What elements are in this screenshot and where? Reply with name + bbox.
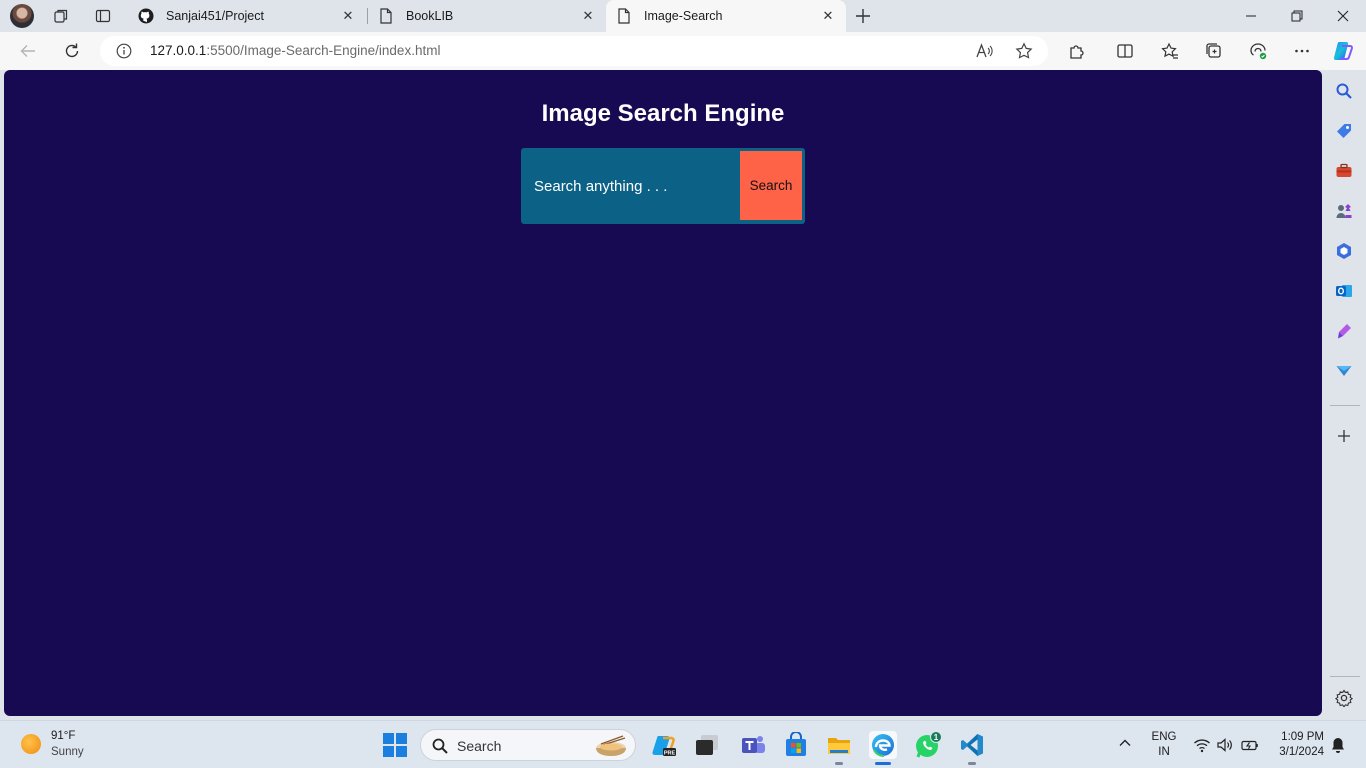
workspaces-icon[interactable]	[51, 6, 71, 26]
vscode-app-icon[interactable]	[958, 731, 986, 759]
games-icon[interactable]	[1334, 201, 1354, 221]
running-indicator	[835, 762, 843, 765]
sidebar-search-icon[interactable]	[1334, 81, 1354, 101]
address-bar[interactable]: 127.0.0.1:5500/Image-Search-Engine/index…	[100, 36, 1048, 66]
microsoft-365-icon[interactable]	[1334, 241, 1354, 261]
svg-text:PRE: PRE	[664, 750, 676, 756]
clock-time: 1:09 PM	[1281, 731, 1324, 743]
sun-icon[interactable]	[21, 734, 41, 754]
tab-title: BookLIB	[406, 9, 454, 23]
url-text[interactable]: 127.0.0.1:5500/Image-Search-Engine/index…	[150, 43, 440, 58]
extensions-icon[interactable]	[1063, 37, 1091, 65]
weather-condition[interactable]: Sunny	[51, 746, 84, 758]
language-code: ENG	[1151, 731, 1177, 743]
show-hidden-icons-chevron-icon[interactable]	[1117, 735, 1133, 751]
close-window-icon[interactable]	[1320, 0, 1366, 32]
region-code: IN	[1158, 746, 1170, 758]
volume-icon[interactable]	[1216, 736, 1234, 754]
battery-icon[interactable]	[1241, 736, 1259, 754]
clock-date: 3/1/2024	[1279, 746, 1324, 758]
tab-strip: Sanjai451/Project ✕ BookLIB ✕ Image-Sear…	[0, 0, 1366, 32]
running-indicator	[968, 762, 976, 765]
tools-briefcase-icon[interactable]	[1334, 161, 1354, 181]
page-title: Image Search Engine	[541, 100, 785, 127]
teams-app-icon[interactable]	[739, 731, 767, 759]
url-host: 127.0.0.1	[150, 43, 207, 58]
page-icon	[378, 8, 394, 24]
restore-icon[interactable]	[1274, 0, 1320, 32]
github-icon	[138, 8, 154, 24]
windows-start-icon[interactable]	[383, 733, 407, 757]
designer-icon[interactable]	[1334, 321, 1354, 341]
search-icon	[431, 737, 449, 755]
tab-booklib[interactable]: BookLIB ✕	[368, 0, 606, 32]
microsoft-store-app-icon[interactable]	[782, 731, 810, 759]
add-sidebar-app-icon[interactable]	[1334, 426, 1354, 446]
search-input[interactable]	[521, 148, 740, 224]
file-explorer-app-icon[interactable]	[825, 731, 853, 759]
more-options-icon[interactable]	[1288, 37, 1316, 65]
tab-actions-icon[interactable]	[93, 6, 113, 26]
active-indicator	[875, 762, 891, 765]
drop-send-icon[interactable]	[1334, 361, 1354, 381]
wifi-icon[interactable]	[1193, 736, 1211, 754]
collections-icon[interactable]	[1200, 37, 1228, 65]
profile-avatar[interactable]	[10, 4, 34, 28]
close-tab-icon[interactable]: ✕	[580, 8, 596, 24]
close-tab-icon[interactable]: ✕	[340, 8, 356, 24]
sidebar-divider	[1330, 405, 1360, 406]
browser-toolbar: 127.0.0.1:5500/Image-Search-Engine/index…	[0, 32, 1366, 70]
sidebar-settings-icon[interactable]	[1334, 688, 1354, 708]
favorite-star-icon[interactable]	[1014, 41, 1034, 61]
search-highlight-noodle-icon	[593, 734, 629, 758]
new-tab-icon[interactable]	[853, 6, 873, 26]
taskbar-search-box[interactable]: Search	[420, 729, 636, 761]
outlook-icon[interactable]	[1334, 281, 1354, 301]
copilot-preview-app-icon[interactable]: PRE	[650, 731, 678, 759]
site-info-icon[interactable]	[116, 43, 132, 59]
tab-image-search[interactable]: Image-Search ✕	[606, 0, 846, 32]
search-button[interactable]: Search	[740, 151, 802, 220]
tab-title: Sanjai451/Project	[166, 9, 264, 23]
page-viewport: Image Search Engine Search	[4, 70, 1322, 716]
edge-sidebar	[1324, 70, 1366, 716]
sidebar-divider	[1330, 676, 1360, 677]
search-form: Search	[521, 148, 805, 224]
whatsapp-badge: 1	[934, 733, 939, 742]
page-icon	[616, 8, 632, 24]
url-path: :5500/Image-Search-Engine/index.html	[206, 43, 441, 58]
tab-github[interactable]: Sanjai451/Project ✕	[128, 0, 366, 32]
read-aloud-icon[interactable]	[974, 41, 994, 61]
tab-title: Image-Search	[644, 9, 723, 23]
split-screen-icon[interactable]	[1111, 37, 1139, 65]
taskbar-search-label: Search	[457, 738, 502, 754]
favorites-icon[interactable]	[1156, 37, 1184, 65]
back-icon[interactable]	[14, 37, 42, 65]
input-language-indicator[interactable]: ENG IN	[1151, 730, 1177, 760]
whatsapp-app-icon[interactable]: 1	[914, 731, 942, 759]
browser-essentials-icon[interactable]	[1244, 37, 1272, 65]
notification-bell-icon[interactable]	[1330, 736, 1346, 754]
refresh-icon[interactable]	[58, 37, 86, 65]
shopping-tag-icon[interactable]	[1334, 121, 1354, 141]
system-clock[interactable]: 1:09 PM 3/1/2024	[1268, 730, 1324, 760]
windows-taskbar: 91°F Sunny Search PRE 1 ENG IN 1:09 PM 3…	[0, 720, 1366, 768]
weather-temperature[interactable]: 91°F	[51, 730, 75, 742]
edge-app-icon[interactable]	[869, 731, 897, 759]
close-tab-icon[interactable]: ✕	[820, 8, 836, 24]
terminal-app-icon[interactable]	[693, 731, 721, 759]
minimize-icon[interactable]	[1228, 0, 1274, 32]
copilot-icon[interactable]	[1329, 37, 1357, 65]
